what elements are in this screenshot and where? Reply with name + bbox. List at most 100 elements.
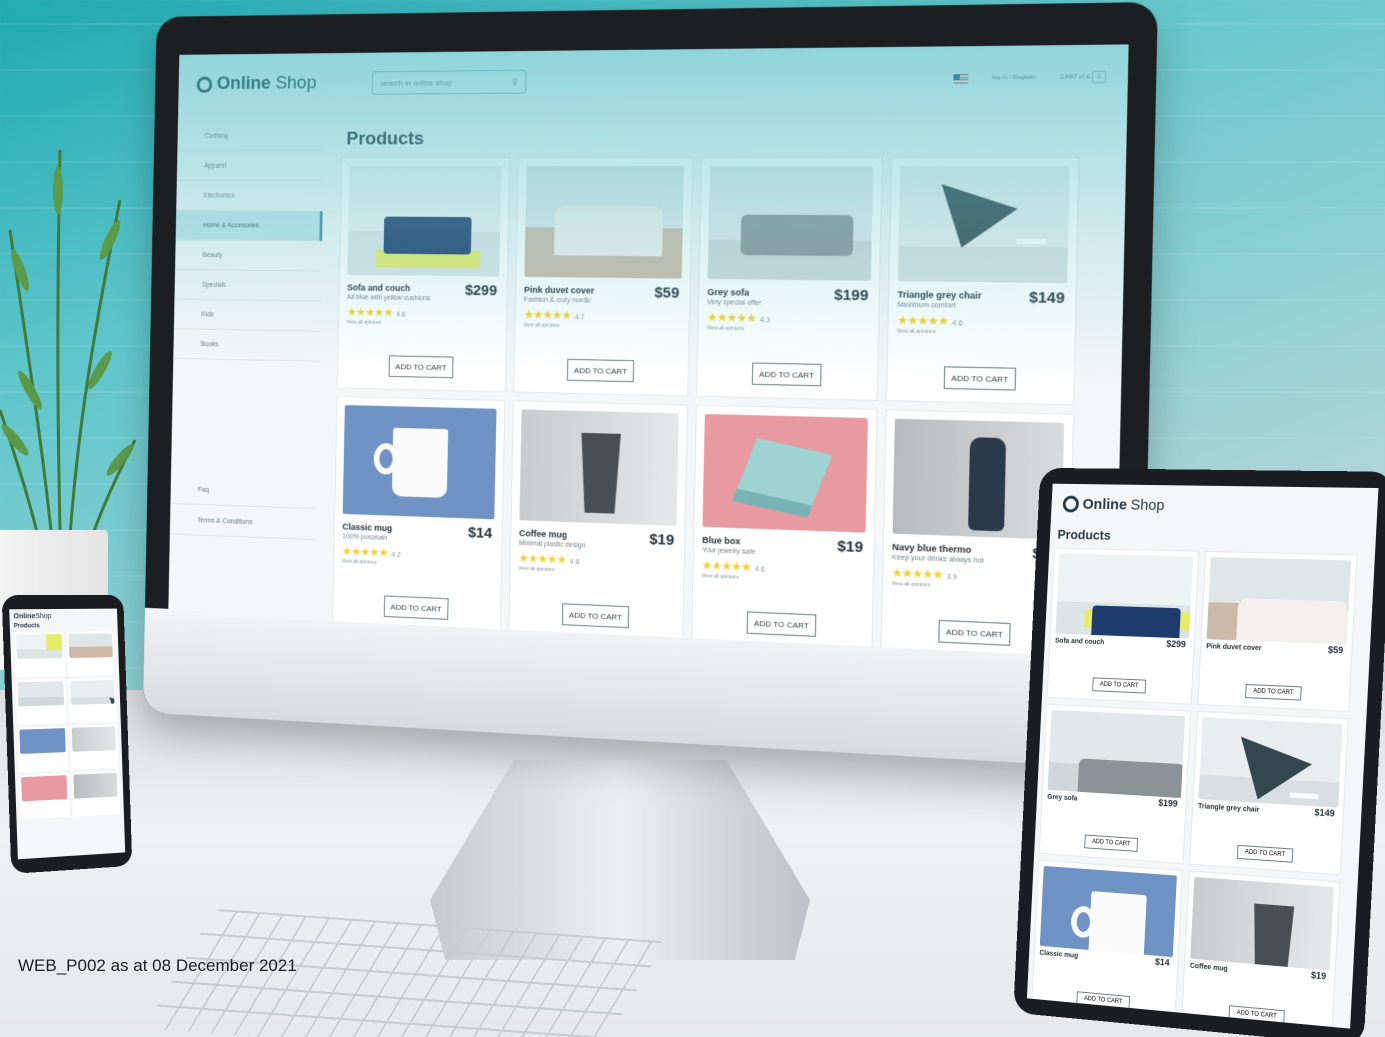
flag-icon[interactable] — [954, 74, 969, 83]
sidebar-item-books[interactable]: Books — [173, 329, 320, 362]
product-price: $199 — [1158, 798, 1178, 809]
sidebar-item-clothing[interactable]: Clothing — [177, 121, 324, 151]
search-placeholder: search in online shop — [380, 78, 452, 87]
product-illustration-part — [554, 206, 663, 257]
product-card: Grey sofa $199 ADD TO CART — [1040, 705, 1190, 863]
product-illustration-part — [1017, 239, 1047, 244]
product-image — [1198, 717, 1342, 807]
product-price: $299 — [465, 282, 497, 299]
product-image — [1040, 866, 1177, 957]
rating-value: 4.3 — [760, 317, 770, 324]
sidebar-item-faq[interactable]: Faq — [170, 475, 317, 509]
logo-text-light: Shop — [275, 73, 316, 95]
product-illustration-part — [1077, 758, 1184, 798]
search-icon[interactable]: ⚲ — [512, 77, 518, 86]
product-price: $59 — [654, 284, 679, 301]
logo-text-bold: Online — [13, 613, 35, 620]
add-to-cart-button[interactable]: ADD TO CART — [1245, 684, 1302, 701]
product-card: Triangle grey chair $149 ADD TO CART — [1190, 712, 1348, 874]
product-price: $199 — [834, 287, 869, 305]
product-illustration-part — [1250, 903, 1294, 970]
product-card — [19, 773, 69, 820]
add-to-cart-button[interactable]: ADD TO CART — [747, 611, 817, 636]
product-illustration-part — [384, 217, 472, 255]
add-to-cart-button[interactable]: ADD TO CART — [567, 359, 634, 382]
product-image — [1207, 557, 1351, 644]
star-icons: ★★★★★ — [897, 313, 948, 328]
add-to-cart-button[interactable]: ADD TO CART — [1084, 834, 1138, 851]
product-card: Grey sofa Very special offer $199 ★★★★★ 4.3 V… — [697, 158, 882, 400]
add-to-cart-button[interactable]: ADD TO CART — [1076, 991, 1130, 1010]
phone-product-grid — [14, 631, 120, 819]
logo-icon — [1062, 496, 1079, 513]
product-card — [16, 679, 67, 725]
sidebar-item-specials[interactable]: Specials — [174, 270, 321, 302]
cart-link[interactable]: CART of £ 2 — [1060, 74, 1106, 81]
rating-value: 4.6 — [396, 311, 405, 318]
product-image — [347, 166, 501, 277]
sidebar-item-electronics[interactable]: Electronics — [176, 181, 323, 211]
view-opinions-link[interactable]: View all opinions — [523, 322, 680, 331]
product-illustration-part — [737, 438, 832, 505]
star-icons: ★★★★★ — [342, 544, 388, 559]
monitor-screen: Online Shop search in online shop ⚲ log i… — [168, 44, 1128, 658]
product-card — [68, 678, 117, 723]
phone-screen: OnlineShop Products — [9, 609, 125, 860]
sidebar-item-kids[interactable]: Kids — [174, 300, 321, 332]
view-opinions-link[interactable]: View all opinions — [346, 319, 498, 327]
product-card: Coffee mug $19 ADD TO CART — [1182, 872, 1339, 1029]
product-card: Coffee mug Minimal plastic design $19 ★★★★★… — [509, 401, 687, 642]
product-illustration-part — [924, 184, 1018, 260]
product-card: Sofa and couch $299 ADD TO CART — [1048, 548, 1199, 703]
register-link[interactable]: Register — [1013, 75, 1037, 81]
product-illustration-part — [57, 797, 67, 801]
product-price: $19 — [1311, 970, 1327, 981]
product-illustration-part — [968, 437, 1006, 531]
view-opinions-link[interactable]: View all opinions — [707, 325, 870, 334]
sidebar-item-home-accessories[interactable]: Home & Accesories — [176, 211, 323, 242]
sidebar-item-beauty[interactable]: Beauty — [175, 240, 322, 271]
product-card: Classic mug $14 ADD TO CART — [1032, 861, 1182, 1022]
search-input[interactable]: search in online shop ⚲ — [372, 70, 527, 95]
product-card — [17, 726, 67, 772]
rating-value: 4.8 — [570, 559, 580, 566]
add-to-cart-button[interactable]: ADD TO CART — [1092, 677, 1146, 693]
add-to-cart-button[interactable]: ADD TO CART — [384, 595, 449, 619]
phone-device: OnlineShop Products — [2, 595, 133, 874]
shop-logo[interactable]: Online Shop — [197, 72, 354, 94]
product-card: Triangle grey chair Maximum comfort $149 ★★… — [887, 158, 1079, 405]
product-name[interactable]: Pink duvet cover — [1206, 643, 1346, 655]
add-to-cart-button[interactable]: ADD TO CART — [1237, 845, 1294, 863]
product-image — [898, 166, 1070, 283]
sidebar-item-apparel[interactable]: Apparel — [177, 151, 324, 181]
star-icons: ★★★★★ — [347, 305, 393, 319]
product-price: $149 — [1314, 807, 1335, 818]
star-icons: ★★★★★ — [523, 307, 571, 322]
add-to-cart-button[interactable]: ADD TO CART — [389, 355, 454, 378]
rating-stars: ★★★★★ 4.6 — [347, 305, 499, 321]
product-image — [18, 681, 64, 706]
phone-shop-logo[interactable]: OnlineShop — [13, 613, 113, 621]
star-icons: ★★★★★ — [707, 310, 757, 325]
view-opinions-link[interactable]: View all opinions — [897, 328, 1066, 337]
add-to-cart-button[interactable]: ADD TO CART — [944, 366, 1016, 390]
rating-value: 4.7 — [575, 314, 585, 321]
add-to-cart-button[interactable]: ADD TO CART — [938, 620, 1010, 646]
product-image — [19, 728, 65, 754]
rating-stars: ★★★★★ 4.7 — [523, 307, 681, 323]
add-to-cart-button[interactable]: ADD TO CART — [562, 603, 629, 628]
star-icons: ★★★★★ — [702, 558, 751, 574]
cart-count-badge: 2 — [1092, 71, 1107, 84]
tablet-product-grid: Sofa and couch $299 ADD TO CART Pink duvet … — [1032, 548, 1369, 1028]
login-link[interactable]: log in — [992, 75, 1007, 81]
product-illustration-part — [392, 428, 448, 498]
product-illustration-part — [95, 697, 114, 705]
sidebar-item-terms[interactable]: Terms & Conditions — [170, 506, 317, 540]
add-to-cart-button[interactable]: ADD TO CART — [752, 363, 822, 387]
product-image — [16, 634, 62, 659]
product-image — [524, 166, 684, 279]
header-actions: log in / Register CART of £ 2 — [954, 72, 1106, 83]
add-to-cart-button[interactable]: ADD TO CART — [1228, 1005, 1284, 1024]
product-grid: Sofa and couch All blue with yellow cushi… — [333, 158, 1085, 658]
tablet-shop-logo[interactable]: Online Shop — [1062, 496, 1164, 514]
